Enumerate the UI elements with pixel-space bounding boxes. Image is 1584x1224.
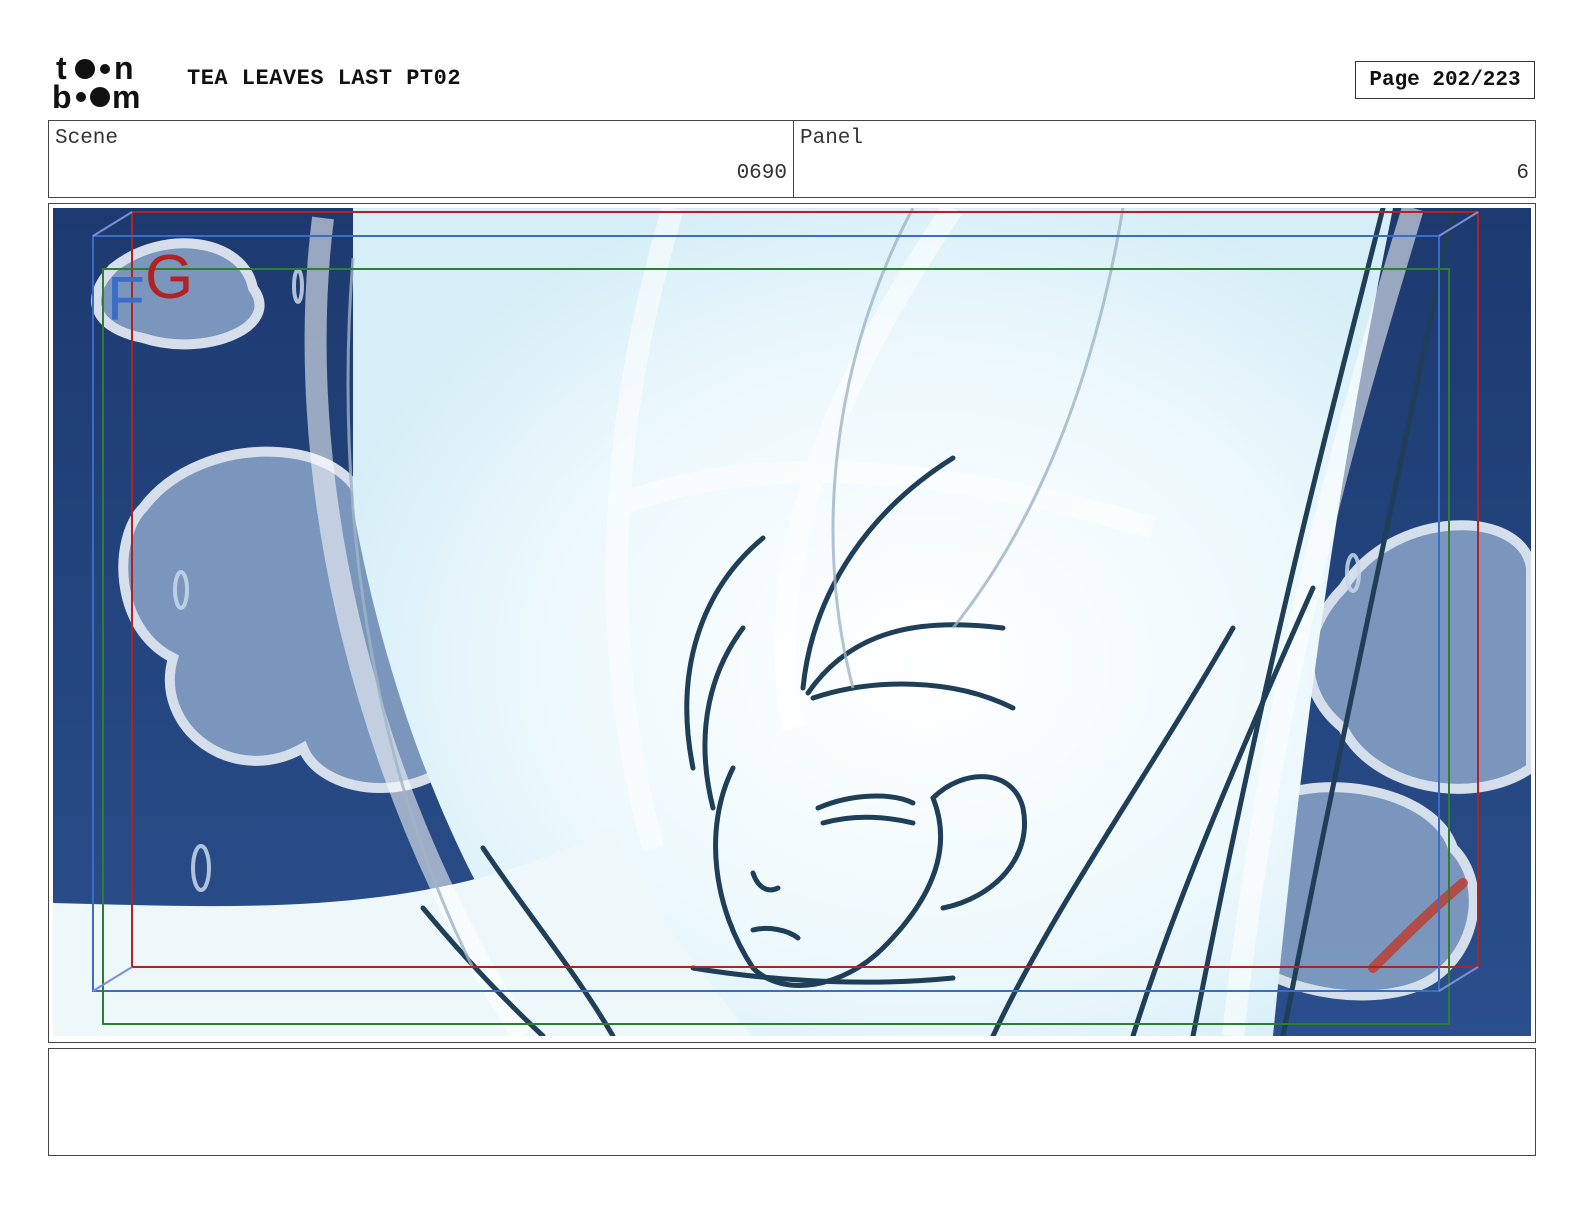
svg-text:m: m bbox=[112, 79, 140, 110]
storyboard-panel: F G bbox=[48, 203, 1536, 1043]
scene-label: Scene bbox=[55, 127, 119, 150]
toon-boom-logo: t n b m bbox=[52, 50, 164, 115]
svg-text:b: b bbox=[52, 79, 72, 110]
panel-label: Panel bbox=[800, 127, 864, 150]
page-indicator: Page 202/223 bbox=[1355, 61, 1535, 99]
panel-number: 6 bbox=[1516, 162, 1529, 185]
storyboard-drawing: F G bbox=[53, 208, 1531, 1036]
layer-label-g: G bbox=[145, 243, 193, 312]
scene-number: 0690 bbox=[736, 162, 787, 185]
panel-cell: Panel 6 bbox=[794, 121, 1535, 197]
document-title: TEA LEAVES LAST PT02 bbox=[187, 66, 462, 91]
panel-notes-box bbox=[48, 1048, 1536, 1156]
scene-panel-info: Scene 0690 Panel 6 bbox=[48, 120, 1536, 198]
layer-label-f: F bbox=[107, 265, 145, 334]
scene-cell: Scene 0690 bbox=[49, 121, 794, 197]
